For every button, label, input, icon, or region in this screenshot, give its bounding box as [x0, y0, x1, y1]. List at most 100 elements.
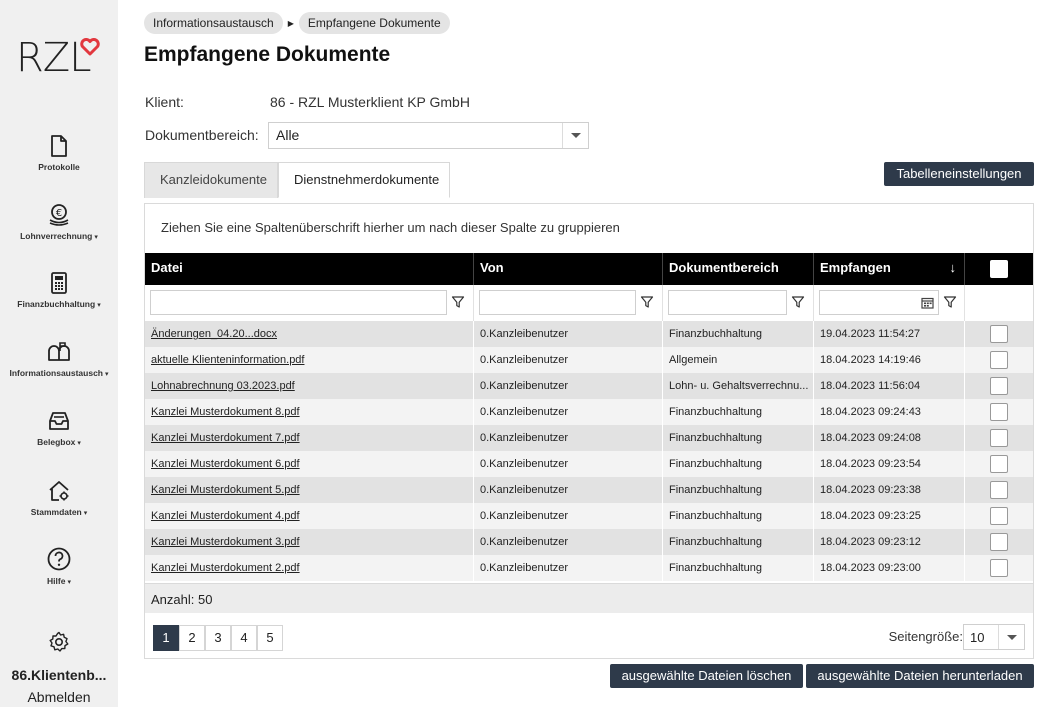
filter-icon[interactable] — [943, 295, 957, 309]
cell-file[interactable]: Kanzlei Musterdokument 3.pdf — [145, 529, 474, 555]
cell-from: 0.Kanzleibenutzer — [474, 321, 663, 347]
column-header-von[interactable]: Von — [474, 253, 663, 285]
chevron-down-icon[interactable] — [562, 123, 588, 148]
cell-received: 18.04.2023 11:56:04 — [814, 373, 965, 399]
user-name: 86.Klientenb... — [11, 667, 107, 683]
sidebar-item-informationsaustausch[interactable]: Informationsaustausch ▾ — [0, 340, 118, 378]
page-title: Empfangene Dokumente — [144, 43, 391, 66]
filter-input-empfangen[interactable] — [819, 290, 939, 315]
table-settings-button[interactable]: Tabelleneinstellungen — [884, 162, 1034, 186]
sidebar: RZL Protokolle € Lohnverrechnung ▾ Finanz… — [0, 0, 118, 707]
table-row[interactable]: aktuelle Klienteninformation.pdf 0.Kanzl… — [145, 347, 1033, 373]
table-row[interactable]: Kanzlei Musterdokument 5.pdf 0.Kanzleibe… — [145, 477, 1033, 503]
row-checkbox[interactable] — [990, 559, 1008, 577]
download-selected-button[interactable]: ausgewählte Dateien herunterladen — [806, 664, 1034, 688]
row-checkbox[interactable] — [990, 533, 1008, 551]
page-size-value: 10 — [970, 630, 985, 645]
settings-button[interactable] — [0, 630, 118, 654]
cell-file[interactable]: Lohnabrechnung 03.2023.pdf — [145, 373, 474, 399]
page-button-3[interactable]: 3 — [205, 625, 231, 651]
sidebar-item-protokolle[interactable]: Protokolle — [0, 134, 118, 172]
cell-from: 0.Kanzleibenutzer — [474, 425, 663, 451]
filter-icon[interactable] — [791, 295, 805, 309]
breadcrumb-item-informationsaustausch[interactable]: Informationsaustausch — [144, 12, 283, 34]
page-button-1[interactable]: 1 — [153, 625, 179, 651]
calendar-icon[interactable] — [921, 296, 934, 309]
sidebar-item-label: Stammdaten ▾ — [30, 507, 88, 517]
row-checkbox[interactable] — [990, 403, 1008, 421]
table-row[interactable]: Kanzlei Musterdokument 7.pdf 0.Kanzleibe… — [145, 425, 1033, 451]
sidebar-item-label: Informationsaustausch ▾ — [9, 368, 109, 378]
table-row[interactable]: Kanzlei Musterdokument 6.pdf 0.Kanzleibe… — [145, 451, 1033, 477]
cell-area: Finanzbuchhaltung — [663, 555, 814, 581]
select-all-checkbox[interactable] — [990, 260, 1008, 278]
tab-dienstnehmerdokumente[interactable]: Dienstnehmerdokumente — [278, 162, 450, 198]
row-checkbox[interactable] — [990, 507, 1008, 525]
page-button-5[interactable]: 5 — [257, 625, 283, 651]
filter-cell-empfangen — [814, 285, 965, 321]
table-row[interactable]: Kanzlei Musterdokument 3.pdf 0.Kanzleibe… — [145, 529, 1033, 555]
cell-from: 0.Kanzleibenutzer — [474, 373, 663, 399]
column-header-dokumentbereich[interactable]: Dokumentbereich — [663, 253, 814, 285]
row-checkbox[interactable] — [990, 351, 1008, 369]
sidebar-item-belegbox[interactable]: Belegbox ▾ — [0, 409, 118, 447]
euro-coins-icon: € — [49, 204, 69, 226]
table-row[interactable]: Kanzlei Musterdokument 4.pdf 0.Kanzleibe… — [145, 503, 1033, 529]
page-button-4[interactable]: 4 — [231, 625, 257, 651]
table-row[interactable]: Kanzlei Musterdokument 8.pdf 0.Kanzleibe… — [145, 399, 1033, 425]
row-checkbox[interactable] — [990, 377, 1008, 395]
logout-link[interactable]: Abmelden — [0, 689, 118, 705]
cell-file[interactable]: Kanzlei Musterdokument 4.pdf — [145, 503, 474, 529]
filter-cell-dokumentbereich — [663, 285, 814, 321]
sidebar-item-lohnverrechnung[interactable]: € Lohnverrechnung ▾ — [0, 203, 118, 241]
row-checkbox[interactable] — [990, 455, 1008, 473]
doc-area-select[interactable]: Alle — [268, 122, 589, 149]
cell-area: Finanzbuchhaltung — [663, 503, 814, 529]
cell-file[interactable]: Kanzlei Musterdokument 8.pdf — [145, 399, 474, 425]
delete-selected-button[interactable]: ausgewählte Dateien löschen — [610, 664, 803, 688]
sidebar-item-stammdaten[interactable]: Stammdaten ▾ — [0, 479, 118, 517]
cell-received: 18.04.2023 09:23:00 — [814, 555, 965, 581]
cell-file[interactable]: Kanzlei Musterdokument 6.pdf — [145, 451, 474, 477]
row-checkbox[interactable] — [990, 325, 1008, 343]
table-row[interactable]: Änderungen_04.20...docx 0.Kanzleibenutze… — [145, 321, 1033, 347]
table-row[interactable]: Kanzlei Musterdokument 2.pdf 0.Kanzleibe… — [145, 555, 1033, 581]
row-checkbox[interactable] — [990, 429, 1008, 447]
sidebar-item-label: Protokolle — [38, 162, 80, 172]
cell-file[interactable]: Kanzlei Musterdokument 2.pdf — [145, 555, 474, 581]
chevron-down-icon[interactable] — [998, 625, 1024, 649]
breadcrumb-item-current[interactable]: Empfangene Dokumente — [298, 12, 450, 34]
filter-icon[interactable] — [451, 295, 465, 309]
page-size-select[interactable]: 10 — [963, 624, 1025, 650]
column-header-datei[interactable]: Datei — [145, 253, 474, 285]
mailbox-icon — [48, 342, 70, 361]
cell-area: Lohn- u. Gehaltsverrechnu... — [663, 373, 814, 399]
cell-file[interactable]: aktuelle Klienteninformation.pdf — [145, 347, 474, 373]
cell-file[interactable]: Kanzlei Musterdokument 5.pdf — [145, 477, 474, 503]
cell-file[interactable]: Kanzlei Musterdokument 7.pdf — [145, 425, 474, 451]
grid-header: Datei Von Dokumentbereich Empfangen ↓ — [145, 253, 1033, 285]
page-button-2[interactable]: 2 — [179, 625, 205, 651]
table-row[interactable]: Lohnabrechnung 03.2023.pdf 0.Kanzleibenu… — [145, 373, 1033, 399]
sidebar-item-finanzbuchhaltung[interactable]: Finanzbuchhaltung ▾ — [0, 271, 118, 309]
sidebar-item-hilfe[interactable]: Hilfe ▾ — [0, 546, 118, 586]
filter-input-datei[interactable] — [150, 290, 447, 315]
cell-area: Finanzbuchhaltung — [663, 451, 814, 477]
cell-file[interactable]: Änderungen_04.20...docx — [145, 321, 474, 347]
sidebar-item-label: Lohnverrechnung ▾ — [20, 231, 98, 241]
filter-input-von[interactable] — [479, 290, 636, 315]
home-gear-icon — [49, 481, 69, 501]
rzl-logo[interactable]: RZL — [16, 38, 102, 78]
tab-kanzleidokumente[interactable]: Kanzleidokumente — [144, 162, 278, 198]
column-header-empfangen[interactable]: Empfangen ↓ — [814, 253, 965, 285]
cell-area: Finanzbuchhaltung — [663, 425, 814, 451]
client-value: 86 - RZL Musterklient KP GmbH — [270, 94, 470, 110]
row-checkbox[interactable] — [990, 481, 1008, 499]
documents-grid: Ziehen Sie eine Spaltenüberschrift hierh… — [144, 203, 1034, 659]
filter-input-dokumentbereich[interactable] — [668, 290, 787, 315]
cell-received: 18.04.2023 09:23:25 — [814, 503, 965, 529]
cell-from: 0.Kanzleibenutzer — [474, 347, 663, 373]
filter-icon[interactable] — [640, 295, 654, 309]
group-hint[interactable]: Ziehen Sie eine Spaltenüberschrift hierh… — [161, 220, 620, 235]
cell-from: 0.Kanzleibenutzer — [474, 477, 663, 503]
